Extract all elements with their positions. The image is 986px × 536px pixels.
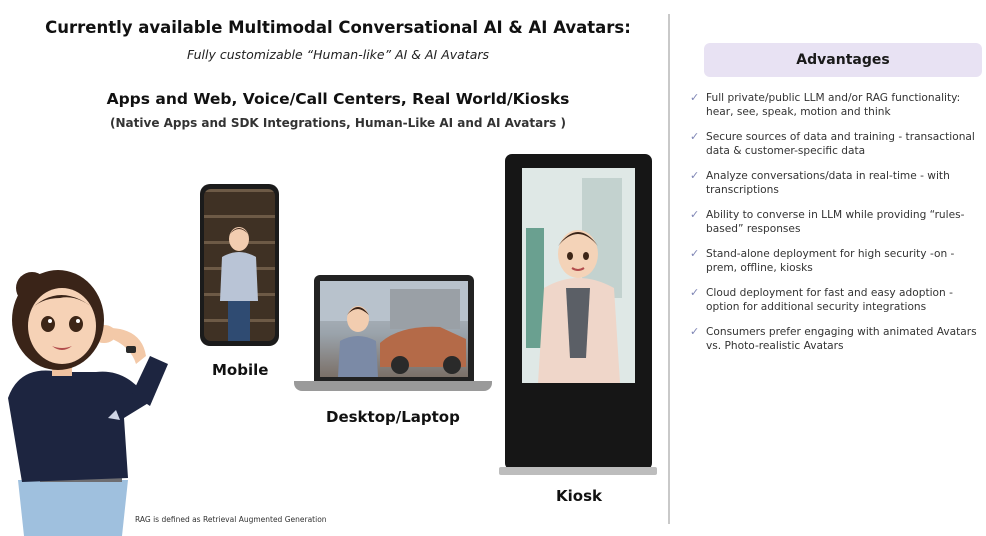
check-icon: ✓ — [690, 286, 700, 299]
list-item: ✓ Full private/public LLM and/or RAG fun… — [690, 91, 984, 119]
advantages-header: Advantages — [704, 43, 982, 77]
laptop-screen — [320, 281, 468, 377]
list-item: ✓ Stand-alone deployment for high securi… — [690, 247, 984, 275]
avatar-mascot-illustration — [8, 270, 168, 536]
laptop-base — [294, 381, 492, 391]
check-icon: ✓ — [690, 169, 700, 182]
panel-divider — [668, 14, 670, 524]
check-icon: ✓ — [690, 91, 700, 104]
advantage-text: Consumers prefer engaging with animated … — [706, 326, 977, 352]
list-item: ✓ Ability to converse in LLM while provi… — [690, 208, 984, 236]
list-item: ✓ Analyze conversations/data in real-tim… — [690, 169, 984, 197]
kiosk-base — [499, 467, 657, 475]
kiosk-device — [505, 154, 652, 470]
advantage-text: Stand-alone deployment for high security… — [706, 248, 955, 274]
kiosk-avatar-figure — [522, 168, 635, 383]
channels-title: Apps and Web, Voice/Call Centers, Real W… — [106, 90, 570, 108]
mobile-label: Mobile — [212, 361, 269, 379]
list-item: ✓ Secure sources of data and training - … — [690, 130, 984, 158]
check-icon: ✓ — [690, 208, 700, 221]
mobile-phone-device — [200, 184, 279, 346]
main-subtitle: Fully customizable “Human-like” AI & AI … — [186, 47, 490, 62]
list-item: ✓ Consumers prefer engaging with animate… — [690, 325, 984, 353]
advantage-text: Secure sources of data and training - tr… — [706, 131, 975, 157]
kiosk-screen — [522, 168, 635, 383]
advantage-text: Ability to converse in LLM while providi… — [706, 209, 965, 235]
advantage-text: Cloud deployment for fast and easy adopt… — [706, 287, 953, 313]
laptop-scene-illustration — [320, 281, 468, 377]
laptop-device — [314, 275, 474, 381]
desktop-laptop-label: Desktop/Laptop — [326, 408, 460, 426]
advantages-list: ✓ Full private/public LLM and/or RAG fun… — [690, 91, 984, 364]
kiosk-label: Kiosk — [556, 487, 602, 505]
list-item: ✓ Cloud deployment for fast and easy ado… — [690, 286, 984, 314]
mobile-avatar-figure — [220, 227, 258, 341]
check-icon: ✓ — [690, 247, 700, 260]
footnote: RAG is defined as Retrieval Augmented Ge… — [135, 515, 327, 524]
advantage-text: Analyze conversations/data in real-time … — [706, 170, 950, 196]
check-icon: ✓ — [690, 130, 700, 143]
mobile-screen — [204, 189, 275, 341]
check-icon: ✓ — [690, 325, 700, 338]
advantage-text: Full private/public LLM and/or RAG funct… — [706, 92, 961, 118]
main-title: Currently available Multimodal Conversat… — [45, 18, 631, 37]
channels-subtitle: (Native Apps and SDK Integrations, Human… — [110, 116, 566, 130]
